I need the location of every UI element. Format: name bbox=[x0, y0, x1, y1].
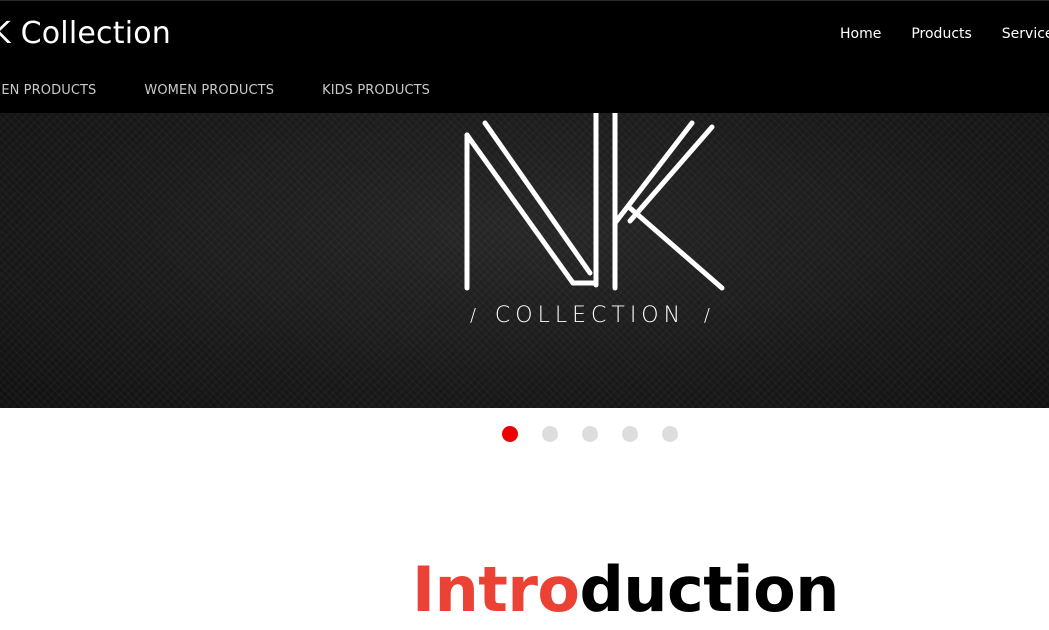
carousel-dots bbox=[502, 426, 678, 442]
carousel-dot-3[interactable] bbox=[582, 426, 598, 442]
nav-home-link[interactable]: Home bbox=[840, 23, 881, 45]
carousel-dot-2[interactable] bbox=[542, 426, 558, 442]
category-nav: MEN PRODUCTS WOMEN PRODUCTS KIDS PRODUCT… bbox=[0, 81, 478, 101]
page: K Collection Home Products Services MEN … bbox=[0, 0, 1049, 630]
nav-services-link[interactable]: Services bbox=[1002, 23, 1049, 45]
logo-slash-left: / bbox=[470, 305, 477, 326]
intro-heading: Introduction bbox=[412, 554, 839, 626]
logo-collection-text: COLLECTION bbox=[494, 303, 686, 328]
hero-banner: / COLLECTION / bbox=[0, 113, 1049, 408]
carousel-dot-4[interactable] bbox=[622, 426, 638, 442]
category-women-link[interactable]: WOMEN PRODUCTS bbox=[144, 81, 274, 101]
site-header: K Collection Home Products Services MEN … bbox=[0, 0, 1049, 113]
intro-heading-rest: duction bbox=[579, 553, 840, 626]
category-kids-link[interactable]: KIDS PRODUCTS bbox=[322, 81, 430, 101]
main-nav: Home Products Services bbox=[840, 23, 1049, 45]
logo-wordmark: / COLLECTION / bbox=[470, 303, 710, 328]
intro-heading-accent: Intro bbox=[412, 553, 580, 626]
carousel-dot-1[interactable] bbox=[502, 426, 518, 442]
carousel-dot-5[interactable] bbox=[662, 426, 678, 442]
category-men-link[interactable]: MEN PRODUCTS bbox=[0, 81, 96, 101]
nk-logo-icon bbox=[464, 113, 725, 291]
nav-products-link[interactable]: Products bbox=[911, 23, 971, 45]
site-brand[interactable]: K Collection bbox=[0, 15, 171, 53]
logo-slash-right: / bbox=[703, 305, 710, 326]
